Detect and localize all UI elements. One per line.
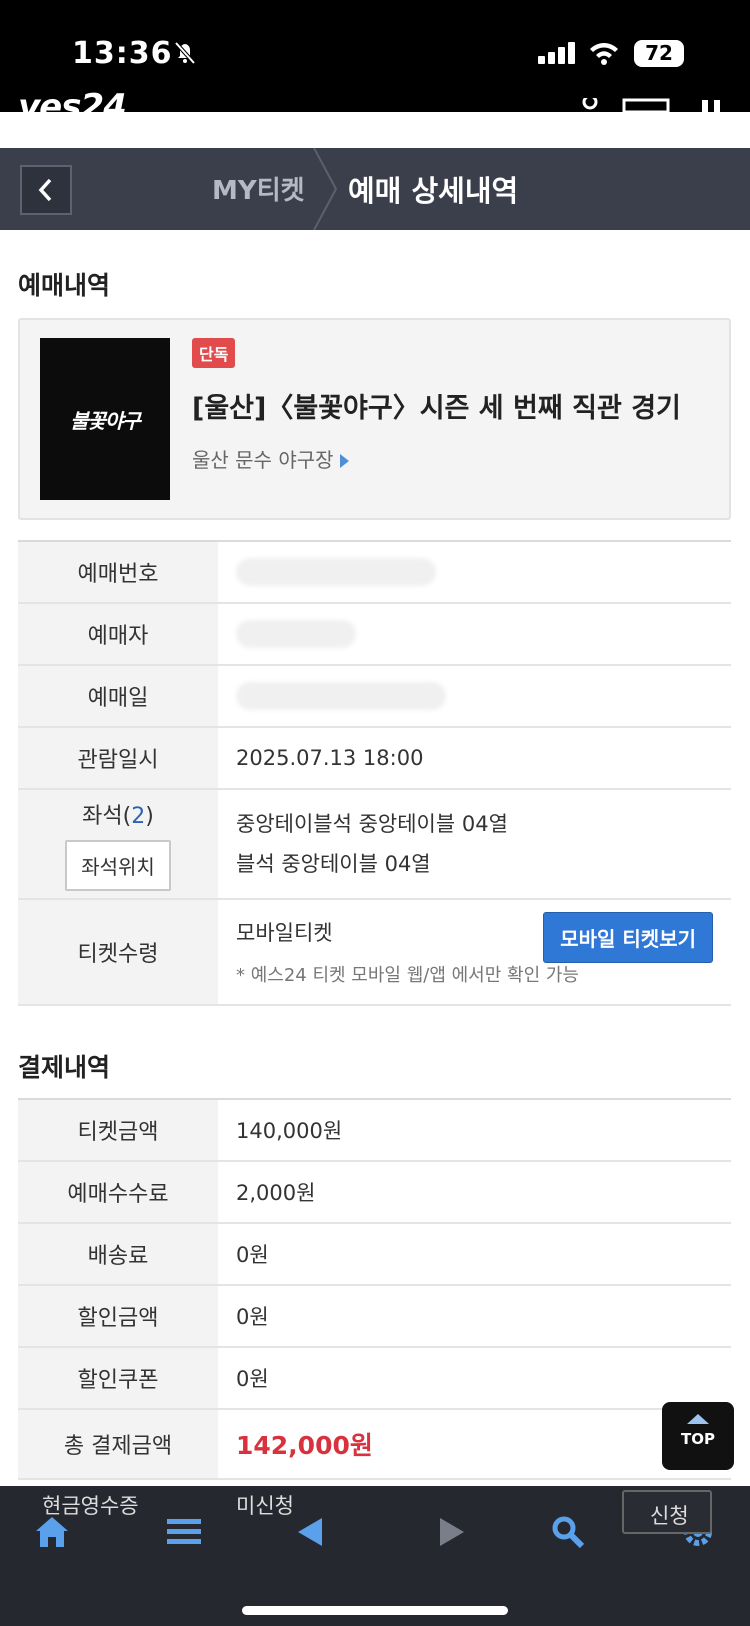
booking-date-value [218,666,731,726]
event-venue-link[interactable]: 울산 문수 야구장 [192,444,349,473]
event-poster[interactable]: 불꽃야구 [40,338,170,500]
seat-label-cell: 좌석(2) 좌석위치 [18,790,218,898]
row-label: 총 결제금액 [18,1410,218,1478]
payment-table: 티켓금액 140,000원 예매수수료 2,000원 배송료 0원 할인금액 0… [18,1098,731,1480]
row-value: 0원 [236,1305,269,1329]
chevron-left-icon [38,178,52,202]
booker-value [218,604,731,664]
row-label: 예매수수료 [18,1162,218,1222]
breadcrumb-my-ticket[interactable]: MY티켓 [212,170,305,207]
home-icon [36,1517,68,1547]
booking-number-value [218,542,731,602]
table-row: 할인쿠폰 0원 [18,1348,731,1410]
receipt-value: 미신청 [236,1494,294,1518]
home-indicator [242,1606,508,1615]
seat-value: 중앙테이블석 중앙테이블 04열 블석 중앙테이블 04열 [218,790,731,898]
table-row: 예매일 [18,666,731,728]
table-row: 티켓금액 140,000원 [18,1100,731,1162]
seat-line-2: 블석 중앙테이블 04열 [236,852,431,876]
seat-line-1: 중앙테이블석 중앙테이블 04열 [236,812,508,836]
search-button[interactable] [546,1510,590,1554]
silent-bell-icon [174,41,196,65]
wifi-icon [590,43,618,65]
menu-button[interactable] [162,1510,206,1554]
total-amount: 142,000원 [236,1431,373,1460]
event-venue: 울산 문수 야구장 [192,448,334,472]
row-value: 2,000원 [236,1181,316,1205]
arrow-up-icon [687,1414,709,1424]
forward-arrow-icon [440,1518,464,1546]
forward-nav-button[interactable] [430,1510,474,1554]
receipt-label: 현금영수증 [42,1494,139,1518]
row-label: 할인쿠폰 [18,1348,218,1408]
scroll-top-label: TOP [681,1430,715,1448]
seat-label: 좌석(2) [82,803,154,829]
booking-info-table: 예매번호 예매자 예매일 관람일시 2025.07.13 18:00 좌석(2)… [18,540,731,1006]
seat-row: 좌석(2) 좌석위치 중앙테이블석 중앙테이블 04열 블석 중앙테이블 04열 [18,790,731,900]
row-label: 티켓수령 [18,900,218,1004]
event-title[interactable]: [울산]〈불꽃야구〉시즌 세 번째 직관 경기 [192,386,681,425]
status-bar: 13:36 72 yes24 [0,0,750,124]
search-icon [552,1516,585,1549]
battery-icon: 72 [634,40,684,67]
back-button[interactable] [20,165,72,215]
table-row: 관람일시 2025.07.13 18:00 [18,728,731,790]
row-label: 배송료 [18,1224,218,1284]
mobile-ticket-button[interactable]: 모바일 티켓보기 [543,912,713,963]
app-logo: yes24 [18,92,126,126]
total-row: 총 결제금액 142,000원 [18,1410,731,1480]
booking-section-title: 예매내역 [18,271,111,300]
seat-location-button[interactable]: 좌석위치 [65,839,171,891]
page-header: MY티켓 예매 상세내역 [0,148,750,230]
cellular-signal-icon [538,42,578,64]
row-label: 예매일 [18,666,218,726]
table-row: 예매자 [18,604,731,666]
row-value: 0원 [236,1243,269,1267]
row-label: 티켓금액 [18,1100,218,1160]
table-row: 할인금액 0원 [18,1286,731,1348]
ticket-receive-value: 모바일티켓 * 예스24 티켓 모바일 웹/앱 에서만 확인 가능 모바일 티켓… [218,900,731,1004]
payment-section-title: 결제내역 [18,1053,111,1082]
ticket-note: * 예스24 티켓 모바일 웹/앱 에서만 확인 가능 [236,965,579,986]
event-card[interactable]: 불꽃야구 단독 [울산]〈불꽃야구〉시즌 세 번째 직관 경기 울산 문수 야구… [18,318,731,520]
receipt-apply-label: 신청 [650,1504,689,1528]
back-arrow-icon [298,1518,322,1546]
table-row: 배송료 0원 [18,1224,731,1286]
exclusive-badge: 단독 [192,338,236,368]
show-datetime-value: 2025.07.13 18:00 [236,746,424,770]
receipt-apply-button[interactable]: 신청 [622,1490,712,1534]
table-row: 예매수수료 2,000원 [18,1162,731,1224]
row-label: 관람일시 [18,728,218,788]
row-label: 할인금액 [18,1286,218,1346]
back-nav-button[interactable] [288,1510,332,1554]
triangle-right-icon [339,454,349,468]
table-row: 예매번호 [18,542,731,604]
breadcrumb-separator-icon [313,148,338,230]
page-title: 예매 상세내역 [348,174,519,208]
row-value: 0원 [236,1367,269,1391]
row-value: 140,000원 [236,1119,343,1143]
scroll-top-button[interactable]: TOP [662,1402,734,1470]
ticket-type: 모바일티켓 [236,921,333,945]
status-time: 13:36 [72,36,173,71]
row-label: 예매번호 [18,542,218,602]
poster-title: 불꽃야구 [70,408,141,433]
menu-icon [167,1519,201,1544]
row-label: 예매자 [18,604,218,664]
top-action-icons[interactable] [580,98,730,112]
ticket-receive-row: 티켓수령 모바일티켓 * 예스24 티켓 모바일 웹/앱 에서만 확인 가능 모… [18,900,731,1006]
